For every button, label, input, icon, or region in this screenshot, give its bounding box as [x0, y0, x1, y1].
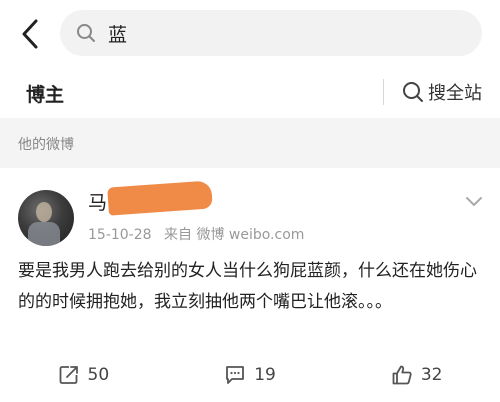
section-header: 他的微博 [0, 118, 500, 168]
thumbs-up-icon [392, 365, 412, 385]
search-icon [76, 22, 98, 44]
search-icon [403, 82, 423, 102]
repost-icon [59, 366, 78, 384]
back-button[interactable] [10, 14, 50, 54]
top-bar: 蓝 [0, 0, 500, 66]
search-all-label: 搜全站 [428, 83, 482, 104]
post-date: 15-10-28 [88, 227, 152, 243]
post-text: 要是我男人跑去给别的女人当什么狗屁蓝颜，什么还在她伤心的的时候拥抱她，我立刻抽他… [18, 261, 477, 312]
like-button[interactable]: 32 [333, 360, 500, 390]
chevron-left-icon [22, 19, 38, 49]
redaction-mark [107, 180, 213, 216]
divider [383, 79, 384, 105]
comment-icon [226, 366, 245, 384]
post-source: 来自 微博 weibo.com [164, 227, 305, 243]
search-query-text: 蓝 [108, 23, 128, 46]
comment-count: 19 [254, 365, 276, 385]
post-meta: 15-10-28 来自 微博 weibo.com [88, 224, 312, 244]
username[interactable]: 马 [88, 188, 107, 215]
avatar[interactable] [18, 190, 74, 246]
more-button[interactable] [464, 194, 484, 210]
avatar-face [36, 202, 52, 222]
repost-count: 50 [87, 365, 110, 385]
section-title: 他的微博 [18, 137, 74, 153]
weibo-post[interactable]: 马 15-10-28 来自 微博 weibo.com 要是我男人跑去给别的女人当… [0, 168, 500, 402]
blogger-tab-row: 博主 搜全站 [0, 66, 500, 118]
like-count: 32 [420, 365, 443, 385]
search-all-button[interactable]: 搜全站 [383, 79, 482, 105]
repost-button[interactable]: 50 [0, 360, 167, 390]
post-actions: 50 19 32 [0, 360, 500, 390]
blogger-tab[interactable]: 博主 [26, 80, 64, 107]
search-input[interactable]: 蓝 [60, 10, 482, 56]
avatar-body [28, 222, 60, 246]
comment-button[interactable]: 19 [167, 360, 334, 390]
chevron-down-icon [466, 197, 482, 206]
